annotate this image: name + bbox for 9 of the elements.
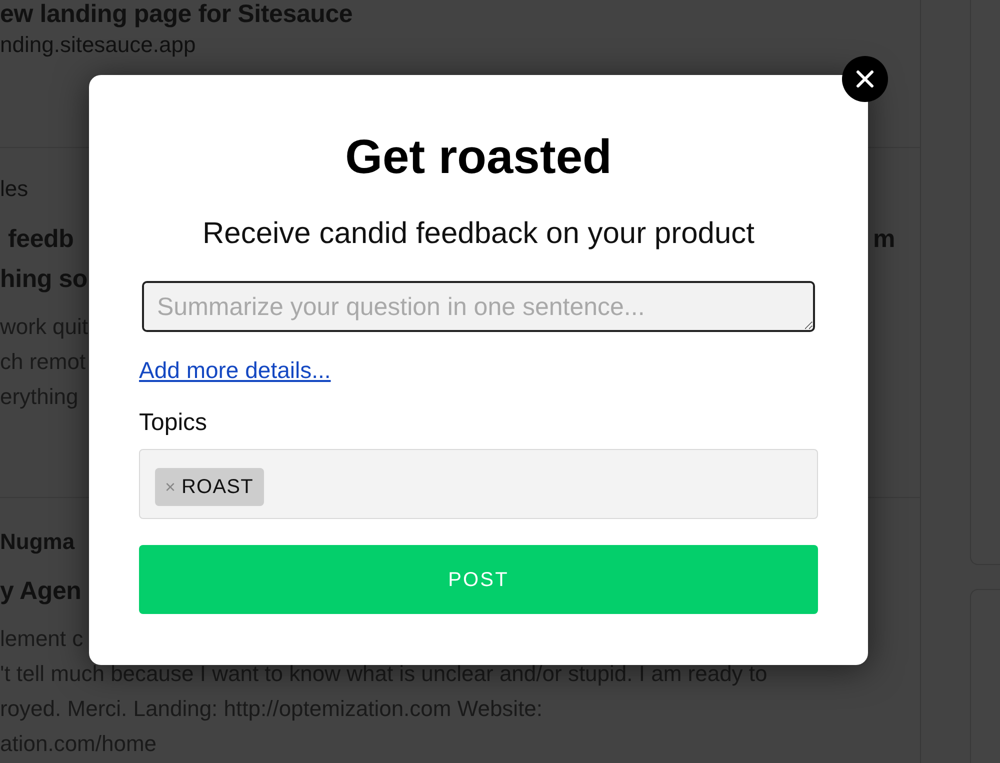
close-button[interactable] [842,56,888,102]
add-details-link[interactable]: Add more details... [139,357,331,384]
close-icon [856,70,874,88]
topics-field[interactable]: × ROAST [139,449,818,519]
tag-label: ROAST [182,475,254,499]
question-field[interactable]: Summarize your question in one sentence... [142,281,815,332]
dialog-title: Get roasted [345,130,612,186]
dialog-subtitle: Receive candid feedback on your product [202,217,754,251]
topics-label: Topics [139,409,208,436]
